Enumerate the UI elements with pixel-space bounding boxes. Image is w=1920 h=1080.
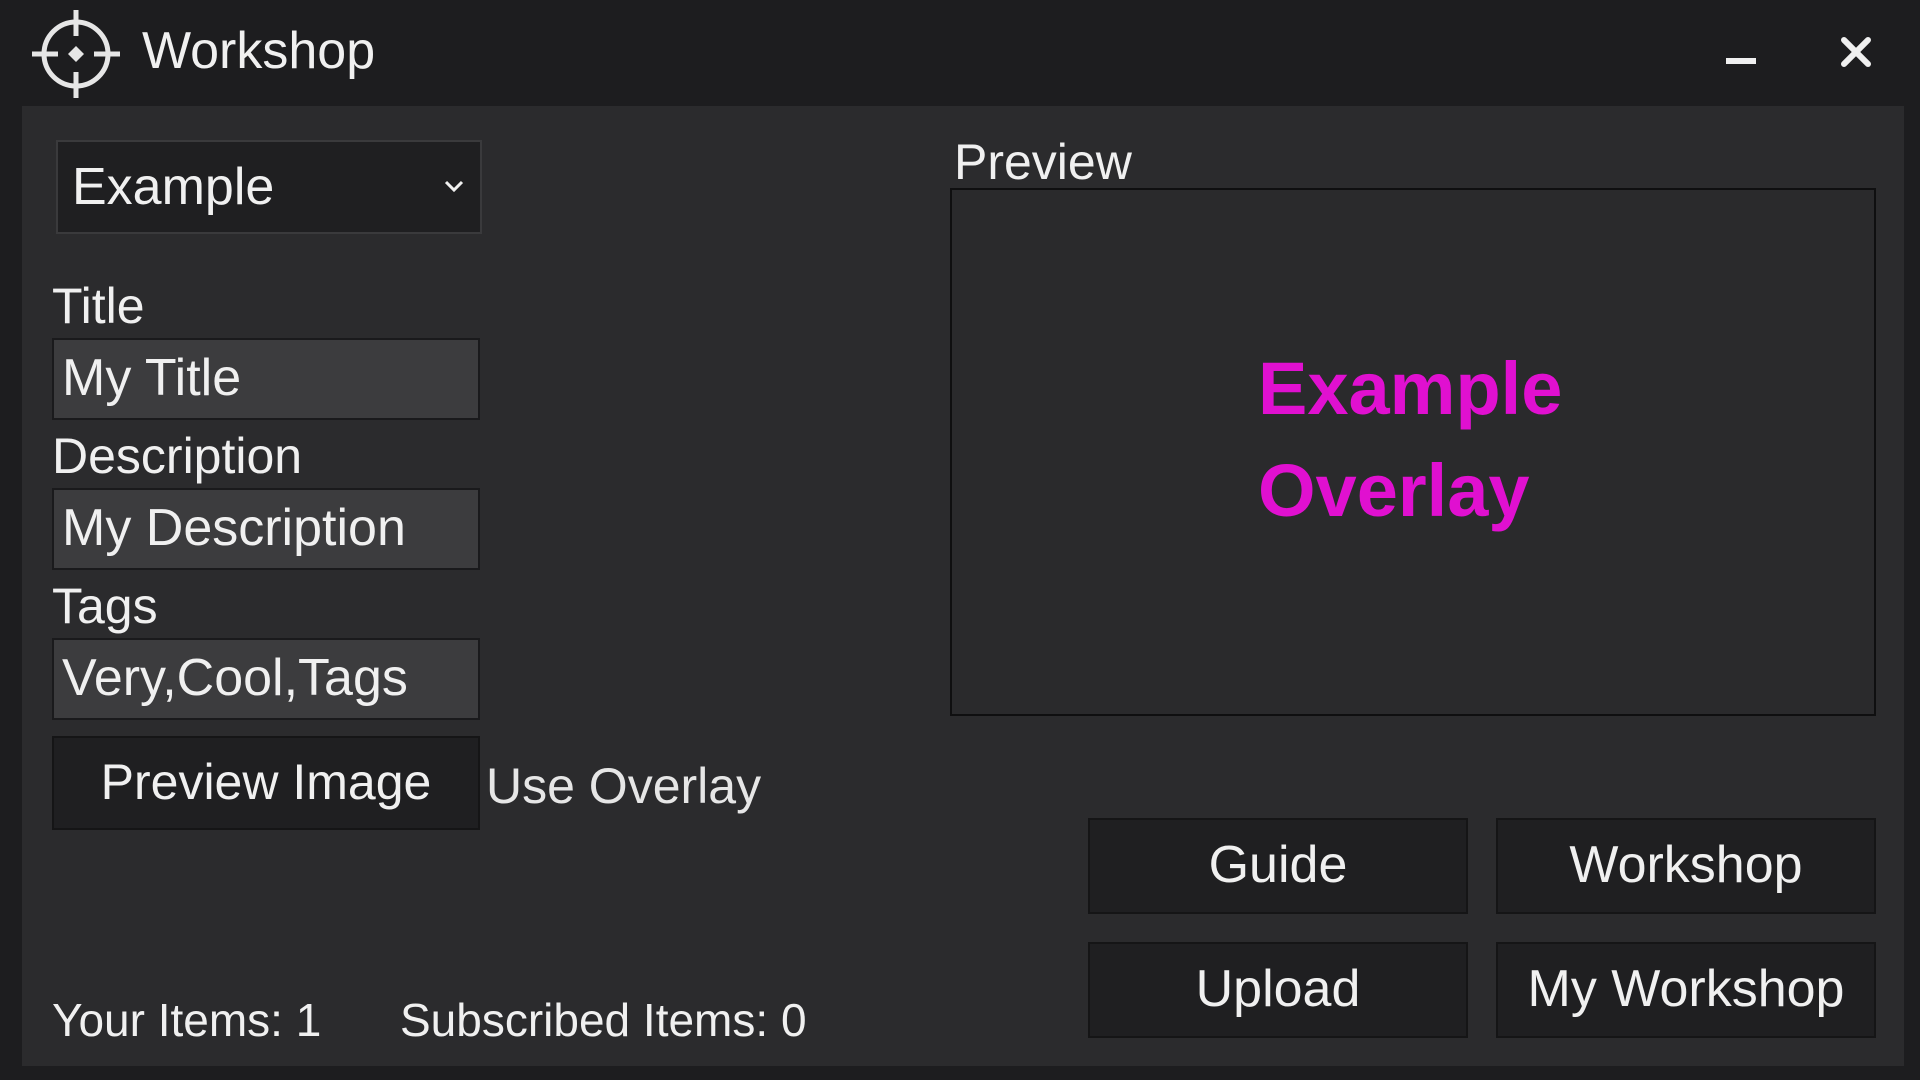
minimize-icon (1726, 58, 1756, 64)
minimize-button[interactable] (1704, 24, 1776, 84)
description-input[interactable]: My Description (52, 488, 480, 570)
overlay-line-1: Example (1258, 347, 1563, 430)
tags-label: Tags (52, 578, 158, 634)
my-workshop-button[interactable]: My Workshop (1496, 942, 1876, 1038)
guide-button[interactable]: Guide (1088, 818, 1468, 914)
preview-label: Preview (954, 134, 1132, 190)
title-bar: Workshop (0, 0, 1920, 106)
preview-frame: Example Overlay (950, 188, 1876, 716)
title-label: Title (52, 278, 145, 334)
preview-image-button[interactable]: Preview Image (52, 736, 480, 830)
item-select-value: Example (72, 158, 275, 216)
crosshair-icon (32, 10, 120, 98)
subscribed-items-count: Subscribed Items: 0 (400, 994, 807, 1046)
close-icon (1841, 37, 1871, 67)
description-label: Description (52, 428, 303, 484)
your-items-count: Your Items: 1 (52, 994, 322, 1046)
item-select-dropdown[interactable]: Example (56, 140, 482, 234)
tags-input[interactable]: Very,Cool,Tags (52, 638, 480, 720)
use-overlay-toggle[interactable]: Use Overlay (486, 756, 761, 816)
upload-button[interactable]: Upload (1088, 942, 1468, 1038)
title-input[interactable]: My Title (52, 338, 480, 420)
close-button[interactable] (1822, 24, 1894, 84)
chevron-down-icon (444, 180, 464, 193)
workshop-button[interactable]: Workshop (1496, 818, 1876, 914)
overlay-text: Example Overlay (1258, 338, 1678, 542)
overlay-line-2: Overlay (1258, 449, 1530, 532)
window-title: Workshop (142, 22, 376, 80)
